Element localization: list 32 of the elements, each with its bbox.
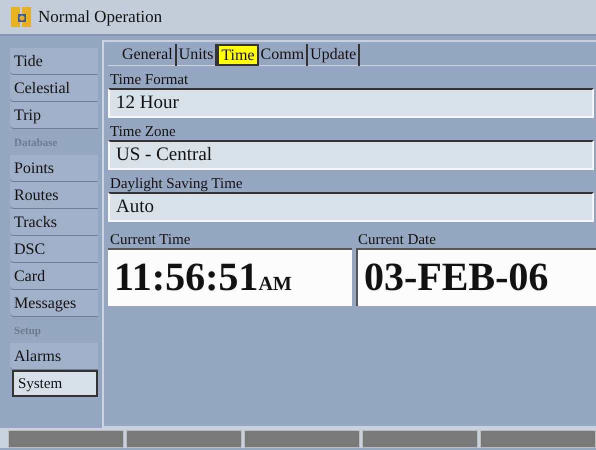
sidebar-item[interactable]: Tracks — [10, 209, 98, 236]
sidebar-item[interactable]: Alarms — [10, 343, 98, 370]
sidebar-item[interactable]: Celestial — [10, 75, 98, 102]
tab[interactable]: General — [120, 44, 177, 66]
app-logo-icon — [10, 5, 34, 29]
softkey[interactable] — [126, 430, 242, 448]
setting-field[interactable]: Auto — [108, 192, 594, 222]
softkey[interactable] — [8, 430, 124, 448]
sidebar-item[interactable]: Messages — [10, 290, 98, 317]
field-label: Current Time — [109, 231, 192, 248]
sidebar-item[interactable]: Card — [10, 263, 98, 290]
sidebar-item[interactable]: Tide — [10, 48, 98, 75]
field-label: Time Zone — [109, 123, 177, 140]
tab[interactable]: Comm — [258, 44, 308, 66]
tab[interactable]: Time — [217, 44, 259, 66]
softkey[interactable] — [362, 430, 478, 448]
sidebar-item[interactable]: DSC — [10, 236, 98, 263]
tab[interactable]: Update — [308, 44, 360, 66]
field-label: Current Date — [357, 231, 437, 248]
window-title: Normal Operation — [38, 6, 162, 28]
current-date-value: 03-FEB-06 — [356, 248, 596, 306]
field-label: Time Format — [109, 71, 190, 88]
sidebar-item[interactable]: Routes — [10, 182, 98, 209]
sidebar-item[interactable]: Trip — [10, 102, 98, 129]
field-label: Daylight Saving Time — [109, 175, 244, 192]
softkey[interactable] — [244, 430, 360, 448]
current-time-value: 11:56:51AM — [108, 248, 352, 306]
setting-field[interactable]: US - Central — [108, 140, 594, 170]
softkey[interactable] — [480, 430, 596, 448]
sidebar-item[interactable]: Points — [10, 155, 98, 182]
setting-field[interactable]: 12 Hour — [108, 88, 594, 118]
sidebar-item[interactable]: System — [12, 370, 98, 397]
